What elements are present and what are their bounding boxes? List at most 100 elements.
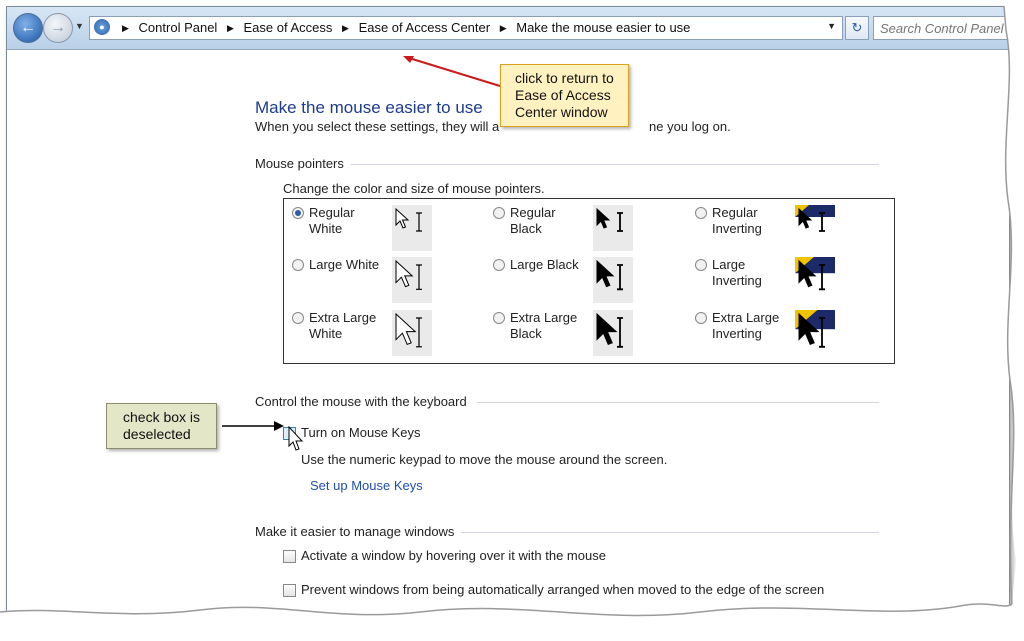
section-divider xyxy=(477,402,879,403)
callout-text: click to return to xyxy=(515,70,614,86)
pointer-label[interactable]: Extra Large Inverting xyxy=(712,310,792,342)
hover-activate-checkbox[interactable] xyxy=(283,550,296,563)
arrow-pointer-icon xyxy=(395,207,410,229)
arrow-pointer-icon xyxy=(395,312,417,346)
callout-text: check box is xyxy=(123,409,201,425)
description-start: When you select these settings, they wil… xyxy=(255,119,500,134)
breadcrumb-ease-of-access-center[interactable]: Ease of Access Center xyxy=(359,20,491,35)
text-select-pointer-icon xyxy=(617,212,623,232)
pointer-preview xyxy=(593,257,633,303)
pointer-preview-icon xyxy=(795,205,835,232)
pointer-radio[interactable] xyxy=(695,312,707,324)
pointer-preview-icon xyxy=(596,259,623,291)
pointer-preview-icon xyxy=(795,310,835,348)
pointer-radio[interactable] xyxy=(493,312,505,324)
search-input[interactable] xyxy=(878,18,1009,38)
pointer-instruction: Change the color and size of mouse point… xyxy=(283,181,545,196)
pointer-preview xyxy=(593,310,633,356)
breadcrumb-arrow-icon[interactable]: ▶ xyxy=(227,23,234,34)
pointer-radio[interactable] xyxy=(292,259,304,271)
mouse-keys-label[interactable]: Turn on Mouse Keys xyxy=(301,425,420,440)
setup-mouse-keys-link[interactable]: Set up Mouse Keys xyxy=(310,478,423,493)
pointer-scheme-options: Regular White Regular Black Regular Invertin… xyxy=(283,198,895,364)
breadcrumb-arrow-icon[interactable]: ▶ xyxy=(122,23,129,34)
pointer-preview xyxy=(795,257,835,303)
recent-pages-dropdown-icon[interactable]: ▼ xyxy=(75,21,84,31)
callout-text: Ease of Access xyxy=(515,87,611,103)
breadcrumb: ▶ Control Panel ▶ Ease of Access ▶ Ease … xyxy=(116,20,690,35)
pointer-preview-icon xyxy=(596,312,623,348)
return-callout: click to return to Ease of Access Center… xyxy=(500,64,629,127)
pointer-label[interactable]: Large Black xyxy=(510,257,590,273)
pointer-label-line: Regular Black xyxy=(510,205,556,236)
page-description: When you select these settings, they wil… xyxy=(255,119,731,134)
mouse-keys-checkbox[interactable] xyxy=(283,427,296,440)
breadcrumb-ease-of-access[interactable]: Ease of Access xyxy=(244,20,333,35)
pointer-preview xyxy=(392,310,432,356)
callout-text: deselected xyxy=(123,426,191,442)
pointer-preview xyxy=(593,205,633,251)
arrow-pointer-icon xyxy=(596,312,618,346)
text-select-pointer-icon xyxy=(617,264,623,291)
address-dropdown-icon[interactable]: ▼ xyxy=(827,21,836,31)
prevent-arrange-checkbox[interactable] xyxy=(283,584,296,597)
section-divider xyxy=(461,532,879,533)
search-box[interactable] xyxy=(873,16,1009,40)
arrow-pointer-icon xyxy=(596,259,615,288)
pointer-radio[interactable] xyxy=(292,312,304,324)
forward-button[interactable]: → xyxy=(43,13,73,43)
pointer-option[interactable]: Regular White xyxy=(292,205,492,251)
pointer-label[interactable]: Regular Black xyxy=(510,205,590,237)
hover-activate-label[interactable]: Activate a window by hovering over it wi… xyxy=(301,548,606,563)
back-button[interactable]: ← xyxy=(13,13,43,43)
breadcrumb-control-panel[interactable]: Control Panel xyxy=(139,20,218,35)
breadcrumb-current-page[interactable]: Make the mouse easier to use xyxy=(516,20,690,35)
pointer-label-line: Large White xyxy=(309,257,380,272)
section-heading-windows: Make it easier to manage windows xyxy=(255,524,455,539)
page-title: Make the mouse easier to use xyxy=(255,98,483,117)
pointer-label-line: Large xyxy=(712,257,746,272)
pointer-preview-icon xyxy=(395,259,422,290)
pointer-preview-icon xyxy=(596,207,623,232)
pointer-option[interactable]: Extra Large Inverting xyxy=(695,310,895,356)
refresh-button[interactable]: ↻ xyxy=(845,16,869,40)
navigation-bar: ← → ▼ ● ▶ Control Panel ▶ Ease of Access… xyxy=(7,7,1009,50)
address-bar[interactable]: ● ▶ Control Panel ▶ Ease of Access ▶ Eas… xyxy=(89,16,843,40)
pointer-radio[interactable] xyxy=(493,207,505,219)
pointer-radio[interactable] xyxy=(695,207,707,219)
pointer-label-line: Inverting xyxy=(712,326,762,341)
pointer-label[interactable]: Regular Inverting xyxy=(712,205,792,237)
pointer-preview xyxy=(392,205,432,251)
pointer-option[interactable]: Extra Large White xyxy=(292,310,492,356)
text-select-pointer-icon xyxy=(416,317,422,348)
control-panel-icon: ● xyxy=(94,19,110,35)
pointer-label-line: Large Black xyxy=(510,257,579,272)
pointer-preview-icon xyxy=(395,207,422,232)
pointer-preview-icon xyxy=(795,257,835,291)
arrow-pointer-icon xyxy=(596,207,611,229)
text-select-pointer-icon xyxy=(416,212,422,232)
pointer-option[interactable]: Regular Black xyxy=(493,205,693,251)
pointer-option[interactable]: Large Black xyxy=(493,257,693,303)
prevent-arrange-label[interactable]: Prevent windows from being automatically… xyxy=(301,582,824,597)
pointer-radio[interactable] xyxy=(292,207,304,219)
pointer-option[interactable]: Regular Inverting xyxy=(695,205,895,251)
pointer-label[interactable]: Regular White xyxy=(309,205,389,237)
pointer-radio[interactable] xyxy=(695,259,707,271)
checkbox-callout: check box is deselected xyxy=(106,403,218,449)
section-heading-keyboard: Control the mouse with the keyboard xyxy=(255,394,467,409)
pointer-label[interactable]: Extra Large White xyxy=(309,310,389,342)
pointer-option[interactable]: Large White xyxy=(292,257,492,303)
pointer-label-line: White xyxy=(309,221,343,236)
pointer-radio[interactable] xyxy=(493,259,505,271)
pointer-label-line: Extra Large xyxy=(309,310,377,325)
pointer-option[interactable]: Large Inverting xyxy=(695,257,895,303)
breadcrumb-arrow-icon[interactable]: ▶ xyxy=(342,23,349,34)
pointer-label[interactable]: Extra Large Black xyxy=(510,310,590,342)
pointer-label-line: Extra Large xyxy=(712,310,780,325)
breadcrumb-arrow-icon[interactable]: ▶ xyxy=(500,23,507,34)
pointer-label[interactable]: Large Inverting xyxy=(712,257,792,289)
pointer-option[interactable]: Extra Large Black xyxy=(493,310,693,356)
section-divider xyxy=(351,164,879,165)
pointer-label[interactable]: Large White xyxy=(309,257,389,273)
